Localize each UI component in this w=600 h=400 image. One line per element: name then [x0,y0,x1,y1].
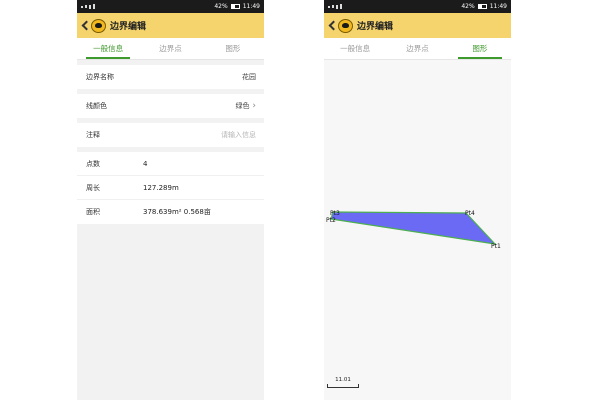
app-bar: 边界编辑 [324,13,511,38]
app-logo-icon [338,18,353,33]
boundary-polygon-svg: Pt1 Pt2 Pt3 Pt4 [326,210,501,250]
battery-percent: 42% [214,3,228,10]
back-arrow-icon [328,20,339,31]
status-right: 42% 11:49 [461,3,507,10]
page-title: 边界编辑 [357,22,394,32]
scale-label: 11.01 [335,377,351,383]
perimeter-value: 127.289m [143,183,179,192]
point-label-pt1: Pt1 [491,243,501,250]
tab-general-info[interactable]: 一般信息 [77,38,139,59]
line-color-row[interactable]: 线颜色 绿色 [77,94,264,118]
status-time: 11:49 [489,3,507,10]
perimeter-label: 周长 [86,183,100,192]
map-scale-bar: 11.01 [327,377,359,388]
scale-bar-line [327,384,359,388]
signal-icon [81,4,95,9]
point-count-value: 4 [143,159,148,168]
tab-graphic[interactable]: 图形 [449,38,511,59]
boundary-name-value[interactable]: 花园 [242,72,256,82]
phone-screen-graphic: 42% 11:49 边界编辑 一般信息 边界点 图形 Pt1 Pt2 Pt3 P… [324,0,511,400]
perimeter-row: 周长 127.289m [77,176,264,200]
area-label: 面积 [86,208,100,216]
battery-icon [477,4,487,9]
note-row[interactable]: 注释 请输入信息 [77,123,264,147]
back-arrow-icon [81,20,92,31]
boundary-name-label: 边界名称 [86,73,114,81]
point-label-pt3: Pt3 [330,210,340,217]
boundary-map-canvas[interactable]: Pt1 Pt2 Pt3 Pt4 11.01 [324,60,511,400]
status-time: 11:49 [242,3,260,10]
screenshot-canvas: 42% 11:49 边界编辑 一般信息 边界点 图形 边界名称 花园 线颜色 绿… [0,0,600,400]
signal-icon [328,4,342,9]
stats-card: 点数 4 周长 127.289m 面积 378.639m² 0.568亩 [77,152,264,224]
point-count-label: 点数 [86,159,100,168]
area-value: 378.639m² 0.568亩 [143,208,211,216]
status-right: 42% 11:49 [214,3,260,10]
boundary-name-row[interactable]: 边界名称 花园 [77,65,264,89]
tab-boundary-points[interactable]: 边界点 [386,38,448,59]
point-label-pt2: Pt2 [326,217,336,224]
phone-screen-general-info: 42% 11:49 边界编辑 一般信息 边界点 图形 边界名称 花园 线颜色 绿… [77,0,264,400]
tab-graphic[interactable]: 图形 [202,38,264,59]
note-input[interactable]: 请输入信息 [221,130,256,140]
point-label-pt4: Pt4 [465,210,475,217]
app-logo-icon [91,18,106,33]
app-bar: 边界编辑 [77,13,264,38]
line-color-value[interactable]: 绿色 [236,101,256,111]
battery-percent: 42% [461,3,475,10]
back-button[interactable] [80,18,106,33]
tab-boundary-points[interactable]: 边界点 [139,38,201,59]
tab-bar: 一般信息 边界点 图形 [324,38,511,60]
page-title: 边界编辑 [110,22,147,32]
point-count-row: 点数 4 [77,152,264,176]
tab-general-info[interactable]: 一般信息 [324,38,386,59]
status-bar: 42% 11:49 [324,0,511,13]
line-color-label: 线颜色 [86,102,107,110]
back-button[interactable] [327,18,353,33]
area-row: 面积 378.639m² 0.568亩 [77,200,264,224]
tab-bar: 一般信息 边界点 图形 [77,38,264,60]
note-label: 注释 [86,131,100,139]
status-bar: 42% 11:49 [77,0,264,13]
battery-icon [230,4,240,9]
